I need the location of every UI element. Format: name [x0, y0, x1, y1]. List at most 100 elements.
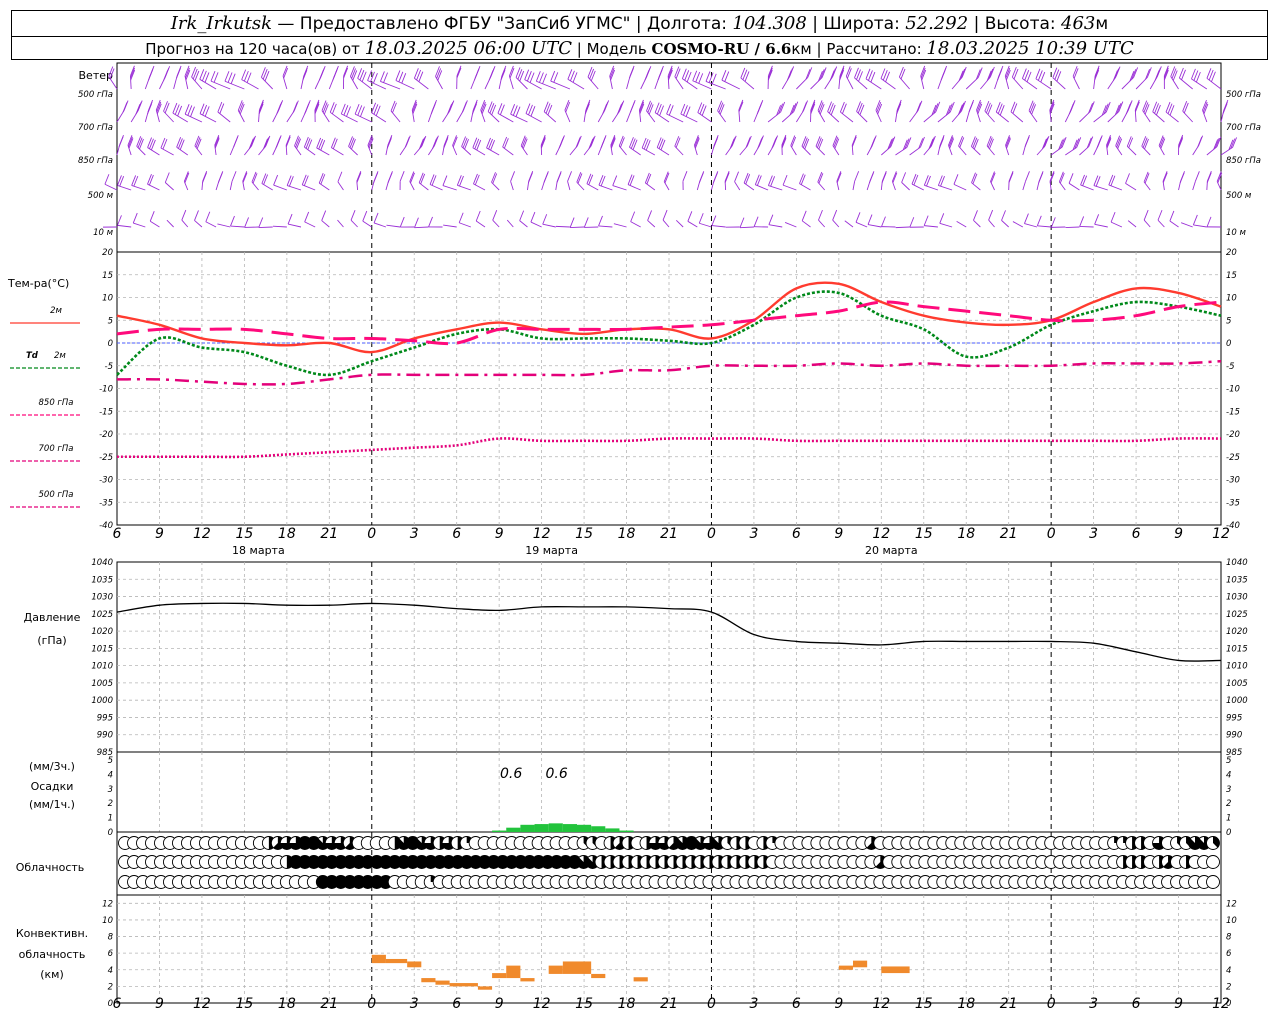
wind-barb-icon — [237, 100, 245, 123]
wind-barb-feather — [205, 211, 211, 222]
wind-level-label-right: 850 гПа — [1226, 156, 1261, 166]
wind-barb-feather — [276, 103, 282, 115]
x-tick-label: 3 — [749, 526, 758, 542]
wind-barb-icon — [1141, 136, 1151, 156]
wind-barb-icon — [472, 137, 486, 156]
wind-barb-icon — [458, 212, 472, 228]
wind-barb-shaft — [613, 223, 627, 228]
wind-barb-feather — [586, 173, 592, 184]
wind-barb-icon — [988, 209, 995, 228]
wind-barb-feather — [718, 102, 724, 113]
wind-barb-feather — [320, 174, 326, 185]
wind-barb-icon — [815, 136, 826, 156]
wind-barb-shaft — [782, 184, 797, 191]
wind-barb-feather — [443, 138, 449, 149]
wind-barb-icon — [901, 172, 910, 191]
x-tick-label: 0 — [367, 996, 376, 1012]
precip-bar — [548, 823, 563, 832]
convective-cloud-block — [520, 978, 535, 982]
wind-barb-icon — [428, 135, 439, 156]
wind-barb-shaft — [506, 219, 514, 228]
x-tick-label: 18 — [957, 996, 975, 1012]
wind-barb-icon — [1152, 101, 1165, 123]
wind-barb-icon — [362, 210, 373, 228]
wind-barb-icon — [895, 226, 910, 229]
wind-barb-shaft — [131, 184, 146, 191]
wind-barb-shaft — [287, 185, 302, 191]
x-tick-label: 6 — [792, 526, 801, 542]
wind-barb-icon — [258, 99, 264, 123]
wind-barb-icon — [194, 210, 203, 228]
wind-barb-shaft — [612, 185, 627, 191]
wind-barb-feather — [1024, 136, 1030, 147]
wind-barb-icon — [844, 220, 854, 228]
wind-barb-icon — [443, 224, 457, 228]
wind-barb-icon — [851, 134, 857, 156]
pressure-panel-frame — [116, 561, 1222, 753]
wind-barb-feather — [1182, 101, 1188, 112]
temp-tick-left: -35 — [99, 498, 113, 508]
wind-barb-feather — [988, 68, 994, 80]
wind-barb-feather — [657, 70, 663, 81]
wind-barb-icon — [767, 135, 778, 156]
wind-barb-feather — [929, 137, 935, 148]
wind-barb-feather — [855, 212, 861, 223]
wind-barb-icon — [166, 219, 174, 228]
wind-barb-feather — [542, 73, 547, 84]
wind-barb-feather — [940, 70, 946, 81]
wind-barb-shaft — [768, 224, 783, 228]
wind-barb-feather — [567, 171, 572, 182]
wind-barb-feather — [118, 136, 124, 147]
wind-barb-feather — [1141, 136, 1147, 147]
wind-barb-icon — [303, 136, 316, 156]
wind-barb-feather — [246, 72, 252, 83]
wind-barb-icon — [734, 171, 741, 191]
wind-barb-shaft — [1169, 220, 1179, 228]
wind-barb-shaft — [229, 181, 233, 191]
pressure-tick-left: 1015 — [91, 644, 113, 654]
wind-barb-icon — [132, 212, 146, 228]
wind-barb-icon — [895, 137, 912, 156]
wind-barb-icon — [215, 171, 224, 191]
wind-barb-icon — [470, 65, 481, 90]
wind-barb-feather — [348, 136, 353, 147]
wind-barb-feather — [447, 104, 452, 115]
wind-barb-feather — [734, 171, 739, 182]
wind-barb-feather — [148, 70, 153, 81]
wind-barb-shaft — [1110, 221, 1123, 228]
wind-barb-icon — [865, 68, 882, 90]
wind-barb-feather — [575, 137, 581, 148]
wind-barb-shaft — [217, 223, 231, 228]
wind-barb-feather — [387, 172, 393, 183]
cloud-title: Облачность — [16, 861, 85, 874]
wind-barb-shaft — [386, 224, 401, 228]
wind-barb-feather — [1024, 213, 1029, 224]
wind-barb-icon — [1001, 210, 1009, 228]
wind-barb-feather — [458, 212, 464, 223]
wind-barb-shaft — [739, 226, 754, 229]
temp-tick-left: 20 — [102, 248, 113, 258]
x-tick-label: 9 — [1174, 526, 1183, 542]
temp-tick-right: 0 — [1226, 339, 1231, 349]
pressure-tick-right: 990 — [1226, 731, 1242, 741]
wind-barb-feather — [832, 209, 838, 221]
x-tick-label: 15 — [915, 996, 933, 1012]
wind-barb-icon — [330, 137, 344, 156]
wind-barb-feather — [373, 172, 379, 183]
wind-barb-feather — [743, 172, 749, 184]
wind-barb-icon — [810, 99, 816, 123]
wind-level-label-right: 500 гПа — [1226, 90, 1261, 100]
wind-barb-icon — [958, 135, 967, 156]
wind-barb-shaft — [1001, 220, 1009, 228]
pressure-tick-left: 1010 — [91, 662, 113, 672]
wind-barb-feather — [939, 213, 945, 224]
wind-barb-feather — [292, 102, 298, 113]
wind-barb-icon — [984, 100, 995, 123]
x-tick-label: 15 — [915, 526, 933, 542]
wind-barb-feather — [985, 102, 991, 114]
wind-barb-icon — [480, 99, 487, 123]
wind-barb-feather — [1134, 99, 1140, 111]
wind-barb-feather — [519, 210, 525, 221]
convective-cloud-block — [385, 958, 408, 964]
wind-barb-feather — [202, 172, 207, 183]
